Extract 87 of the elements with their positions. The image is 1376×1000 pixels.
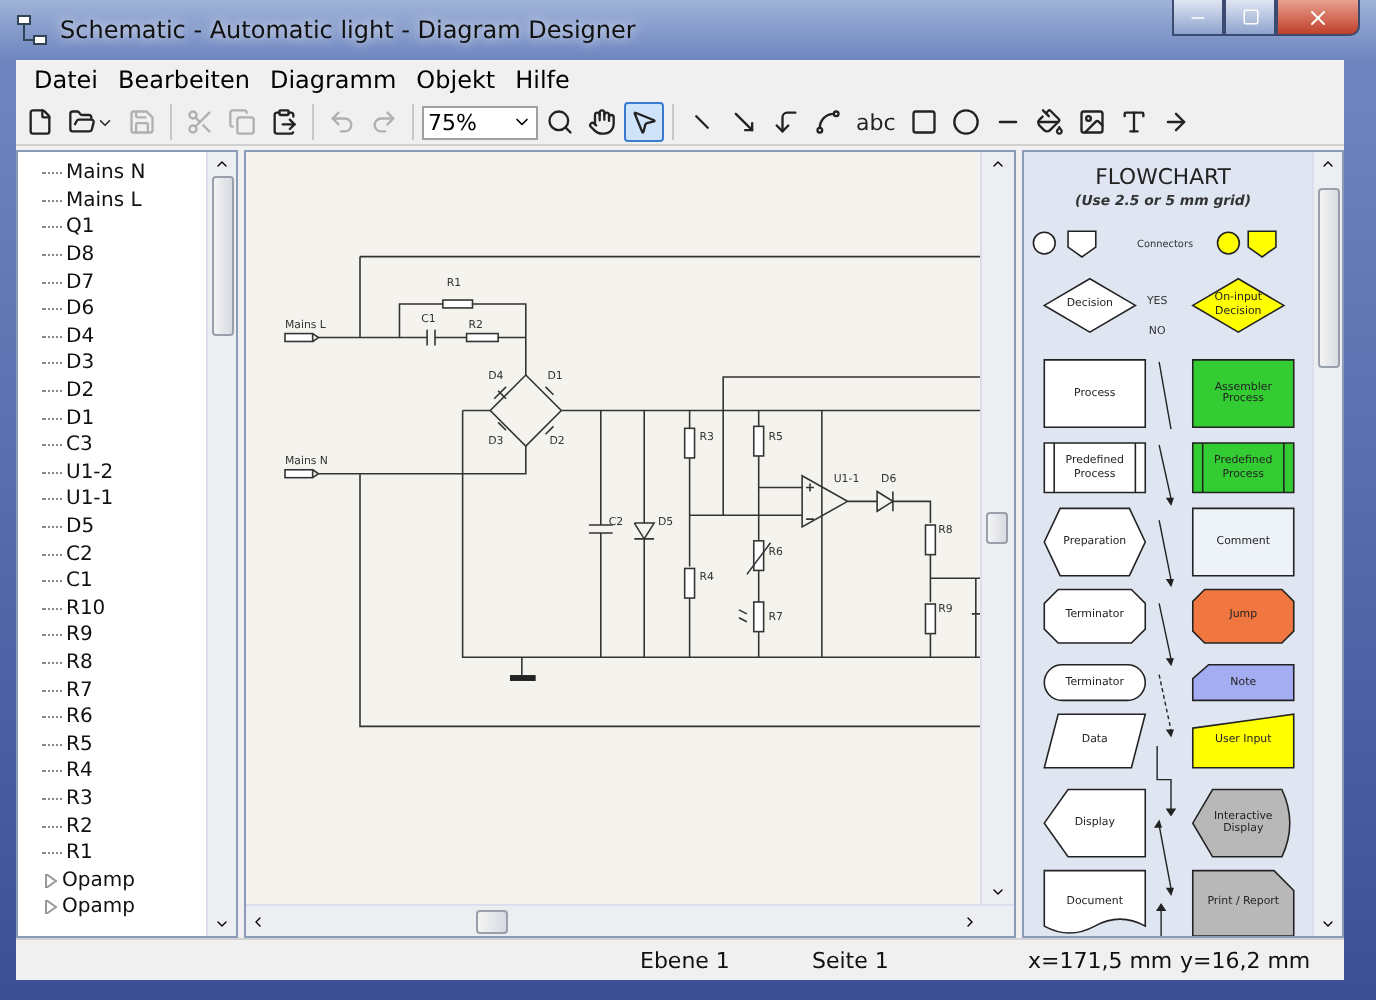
paint-bucket-icon [1035,108,1064,136]
folder-icon [68,108,96,136]
tree-item[interactable]: R1 [42,839,207,867]
scroll-down-icon [989,884,1006,900]
offpage-connector-shape[interactable] [1247,230,1277,258]
menu-item[interactable]: Bearbeiten [108,66,260,94]
menu-item[interactable]: Datei [24,66,109,94]
maximize-button[interactable] [1224,0,1276,36]
tree-item[interactable]: C3 [42,431,207,460]
redo-icon [370,108,398,136]
scroll-up-icon [214,156,231,172]
tree-item[interactable]: Mains N [42,160,207,188]
letter-icon [1119,108,1148,136]
maximize-icon [1241,8,1259,26]
hand-icon [588,108,616,136]
menu-item[interactable]: Diagramm [259,66,407,94]
tree-item[interactable]: R5 [42,730,207,759]
tree-item[interactable]: R9 [42,622,207,650]
picture-icon [1077,108,1106,136]
y-coordinate: y=16,2 mm [1180,947,1313,973]
vertical-scrollbar[interactable] [979,152,1014,904]
offpage-connector-shape[interactable] [1067,230,1097,258]
zoom-dropdown[interactable]: 75% [422,105,538,139]
tree-item[interactable]: R10 [42,595,207,623]
tree-item[interactable]: D7 [42,268,207,296]
window-title: Schematic - Automatic light - Diagram Designer [60,16,638,44]
tree-item[interactable]: Opamp [42,894,207,922]
tree-item[interactable]: D1 [42,404,207,432]
connector-circle-shape[interactable] [1032,231,1056,255]
select-tool-button[interactable] [624,102,664,142]
tree-item[interactable]: U1-2 [42,459,207,487]
diagram-icon [16,14,48,46]
tree-item[interactable]: D3 [42,350,207,378]
x-coordinate: x=171,5 mm [1028,947,1175,973]
arrow-icon [730,108,758,136]
scissors-icon [186,108,214,136]
save-icon [128,108,156,136]
tree-item[interactable]: R2 [42,812,207,840]
scrollbar-thumb[interactable] [211,176,234,336]
tree-item[interactable]: Opamp [42,866,207,895]
tree-item[interactable]: U1-1 [42,486,207,514]
horizontal-scrollbar[interactable] [246,904,1014,936]
close-button[interactable] [1276,0,1360,36]
scroll-down-icon [214,916,231,932]
curve-icon [814,108,842,136]
clipboard-icon [270,108,298,136]
tree-item[interactable]: C2 [42,540,207,568]
tree-item[interactable]: Mains L [42,187,207,215]
tree-item[interactable]: D6 [42,295,207,324]
tree-item[interactable]: Q1 [42,214,207,242]
corner-arrow-icon [772,108,800,136]
tree-item[interactable]: D2 [42,377,207,405]
tree-item[interactable]: C1 [42,567,207,595]
tree-item[interactable]: R8 [42,649,207,677]
menu-item[interactable]: Hilfe [505,66,580,94]
page-status: Seite 1 [812,947,891,973]
scrollbar-thumb[interactable] [986,512,1009,544]
layer-status: Ebene 1 [640,947,732,973]
scrollbar-thumb[interactable] [1317,188,1339,368]
circle-icon [951,108,980,136]
rectangle-icon [909,108,938,136]
vertical-scrollbar[interactable] [206,152,237,936]
palette-title: FLOWCHART [1095,163,1231,190]
expand-icon[interactable] [42,872,58,889]
scroll-down-icon [1320,916,1336,932]
vertical-scrollbar[interactable] [1312,152,1342,936]
pointer-icon [630,108,658,136]
menu-item[interactable]: Objekt [406,66,506,94]
expand-icon[interactable] [42,899,58,916]
tree-item[interactable]: D8 [42,241,207,269]
tree-item[interactable]: D4 [42,323,207,351]
scroll-up-icon [989,156,1006,172]
scroll-up-icon [1320,156,1336,172]
tree-item[interactable]: R3 [42,785,207,813]
new-file-icon [26,108,54,136]
undo-icon [328,108,356,136]
scrollbar-thumb[interactable] [475,909,508,933]
search-icon [546,108,574,136]
tree-item[interactable]: R6 [42,703,207,731]
tree-item[interactable]: R4 [42,758,207,786]
copy-icon [228,108,256,136]
close-icon [1306,5,1330,29]
connector-circle-shape[interactable] [1216,231,1241,255]
minimize-button[interactable] [1172,0,1224,36]
text-tool-button[interactable]: abc [850,102,902,142]
tree-item[interactable]: R7 [42,676,207,704]
tree-item[interactable]: D5 [42,513,207,541]
